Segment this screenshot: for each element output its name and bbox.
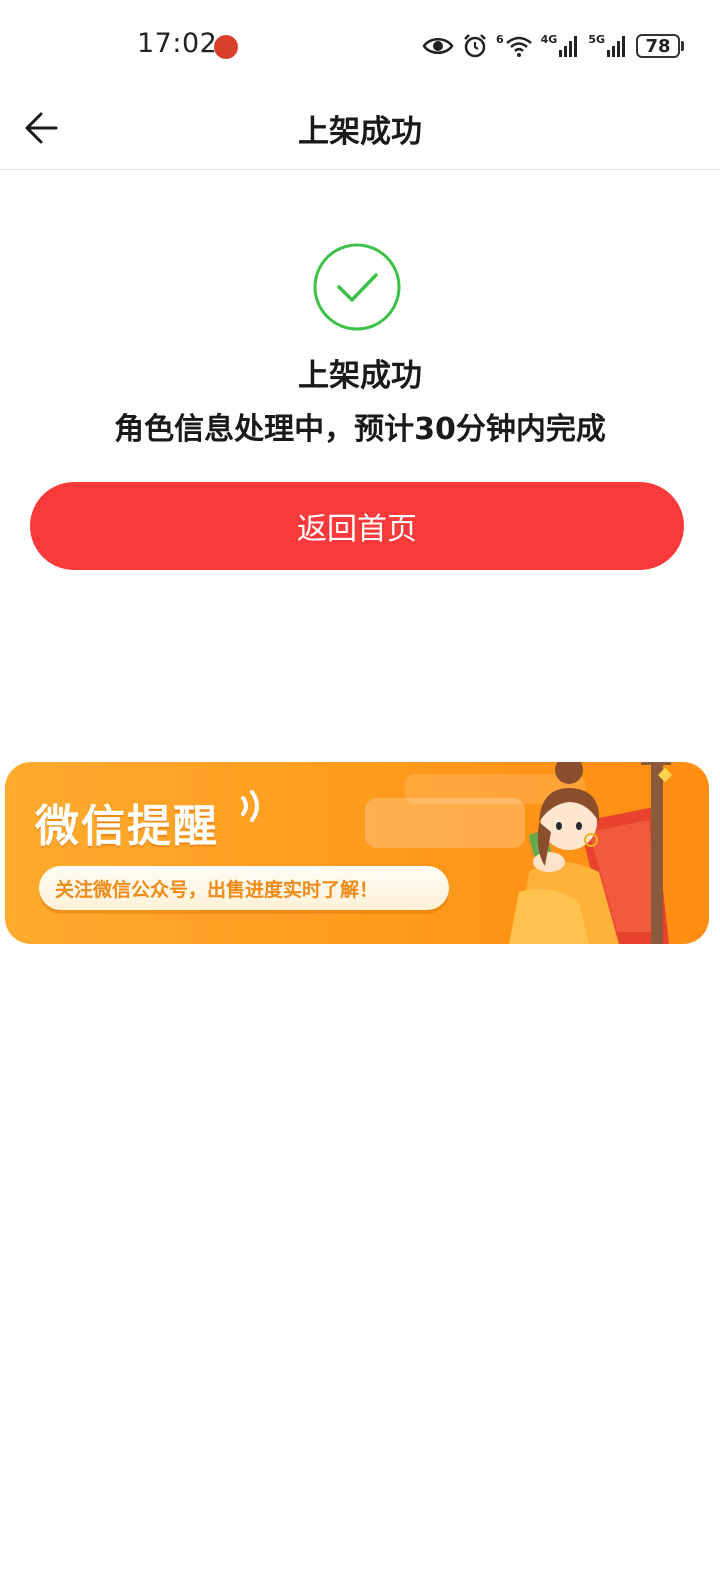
success-title: 上架成功: [298, 358, 422, 394]
network-label-4g: 4G: [540, 33, 558, 46]
banner-title: 微信提醒: [35, 801, 219, 852]
signal-4g-group: 4G: [541, 34, 581, 58]
alarm-icon: [464, 34, 486, 58]
page-title: 上架成功: [298, 114, 422, 150]
status-icons: 6 4G 5G 78: [422, 30, 684, 62]
signal-5g-icon: [607, 36, 625, 57]
huawei-dot-icon: [214, 35, 238, 59]
wifi-label: 6: [495, 33, 504, 46]
eye-icon: [422, 38, 454, 54]
signal-4g-icon: [559, 36, 578, 57]
battery-level: 78: [636, 34, 680, 58]
network-label-5g: 5G: [588, 33, 605, 46]
signal-5g-group: 5G: [588, 34, 628, 58]
nav-bar: 上架成功: [0, 92, 720, 170]
success-description: 角色信息处理中，预计30分钟内完成: [114, 412, 606, 447]
battery-cap: [681, 41, 684, 51]
status-time: 17:02: [137, 28, 218, 59]
wifi-group: 6: [496, 34, 533, 58]
wechat-reminder-banner[interactable]: 微信提醒 关注微信公众号，出售进度实时了解！: [5, 762, 709, 944]
return-home-button[interactable]: 返回首页: [30, 482, 684, 570]
girl-illustration: [509, 762, 673, 944]
check-circle-icon: [313, 243, 401, 331]
status-bar: 17:02 6 4G 5G 78: [0, 0, 720, 92]
banner-subtitle: 关注微信公众号，出售进度实时了解！: [39, 866, 449, 910]
wifi-icon: [505, 36, 532, 57]
battery-icon: 78: [636, 34, 684, 58]
sound-waves-icon: [241, 790, 259, 822]
